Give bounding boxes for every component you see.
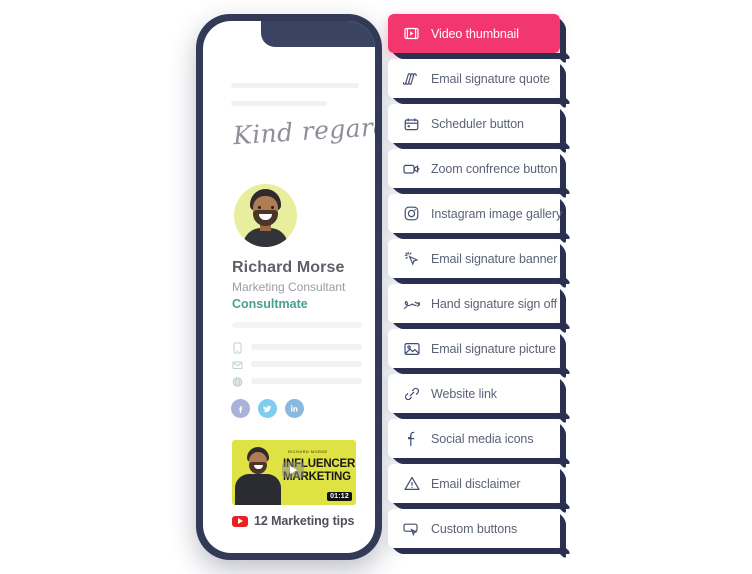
menu-item-label: Zoom confrence button (431, 161, 558, 176)
avatar-eye-left (258, 206, 261, 209)
phone-notch (261, 21, 375, 47)
menu-item-label: Email disclaimer (431, 476, 521, 491)
menu-item-label: Social media icons (431, 431, 534, 446)
menu-item-email-signature-quote[interactable]: Email signature quote (388, 59, 560, 98)
avatar (234, 184, 297, 247)
custom-button-icon (402, 519, 421, 538)
placeholder-line-1 (231, 83, 359, 88)
menu-item-label: Video thumbnail (431, 26, 519, 41)
linkedin-icon[interactable] (285, 399, 304, 418)
profile-role: Marketing Consultant (232, 280, 346, 294)
cursor-sparkle-icon (402, 249, 421, 268)
warning-icon (402, 474, 421, 493)
video-duration-badge: 01:12 (327, 492, 352, 501)
placeholder-line-2 (231, 101, 327, 106)
social-icons-row (231, 399, 304, 418)
menu-item-hand-signature-sign-off[interactable]: Hand signature sign off (388, 284, 560, 323)
menu-item-website-link[interactable]: Website link (388, 374, 560, 413)
play-button-icon[interactable] (282, 462, 304, 478)
video-thumbnail-icon (402, 24, 421, 43)
contact-value-bar (251, 344, 362, 350)
facebook-icon[interactable] (231, 399, 250, 418)
menu-item-social-media-icons[interactable]: Social media icons (388, 419, 560, 458)
signoff-text: Kind regards, (232, 110, 375, 151)
quote-icon (402, 69, 421, 88)
menu-item-scheduler-button[interactable]: Scheduler button (388, 104, 560, 143)
menu-item-label: Website link (431, 386, 497, 401)
menu-item-label: Scheduler button (431, 116, 524, 131)
instagram-icon (402, 204, 421, 223)
menu-item-label: Email signature picture (431, 341, 556, 356)
menu-item-label: Hand signature sign off (431, 296, 558, 311)
profile-company: Consultmate (232, 297, 308, 311)
video-caption-text: 12 Marketing tips (254, 514, 355, 528)
phone-screen: Kind regards, Richard Morse Marketing Co… (203, 21, 375, 553)
video-thumbnail[interactable]: RICHARD MORSE INFLUENCER MARKETING 01:12 (232, 440, 356, 505)
phone-icon (232, 341, 243, 354)
videocam-icon (402, 159, 421, 178)
video-overline: RICHARD MORSE (288, 449, 328, 454)
menu-item-zoom-conference-button[interactable]: Zoom confrence button (388, 149, 560, 188)
twitter-icon[interactable] (258, 399, 277, 418)
contact-value-bar (251, 378, 362, 384)
video-person (234, 443, 282, 505)
video-card[interactable]: RICHARD MORSE INFLUENCER MARKETING 01:12… (232, 440, 356, 528)
screenshot-stage: Kind regards, Richard Morse Marketing Co… (0, 0, 752, 574)
profile-name: Richard Morse (232, 259, 345, 276)
menu-item-email-signature-picture[interactable]: Email signature picture (388, 329, 560, 368)
menu-item-label: Email signature banner (431, 251, 558, 266)
video-caption-row[interactable]: 12 Marketing tips (232, 514, 356, 528)
globe-icon (232, 375, 243, 387)
phone-mockup: Kind regards, Richard Morse Marketing Co… (196, 14, 382, 560)
menu-item-label: Custom buttons (431, 521, 518, 536)
menu-item-email-disclaimer[interactable]: Email disclaimer (388, 464, 560, 503)
video-person-body (235, 474, 281, 505)
menu-item-label: Email signature quote (431, 71, 550, 86)
email-icon (232, 358, 243, 370)
avatar-eye-right (271, 206, 274, 209)
facebook-glyph-icon (402, 429, 421, 448)
link-icon (402, 384, 421, 403)
youtube-icon (232, 515, 248, 527)
menu-item-instagram-image-gallery[interactable]: Instagram image gallery (388, 194, 563, 233)
signature-icon (402, 294, 421, 313)
menu-item-custom-buttons[interactable]: Custom buttons (388, 509, 560, 548)
menu-item-video-thumbnail[interactable]: Video thumbnail (388, 14, 560, 53)
menu-item-email-signature-banner[interactable]: Email signature banner (388, 239, 560, 278)
divider (232, 322, 362, 328)
menu-item-label: Instagram image gallery (431, 206, 563, 221)
contact-value-bar (251, 361, 362, 367)
feature-menu-panel: Video thumbnail Email signature quote Sc… (388, 14, 563, 554)
image-icon (402, 339, 421, 358)
calendar-icon (402, 114, 421, 133)
